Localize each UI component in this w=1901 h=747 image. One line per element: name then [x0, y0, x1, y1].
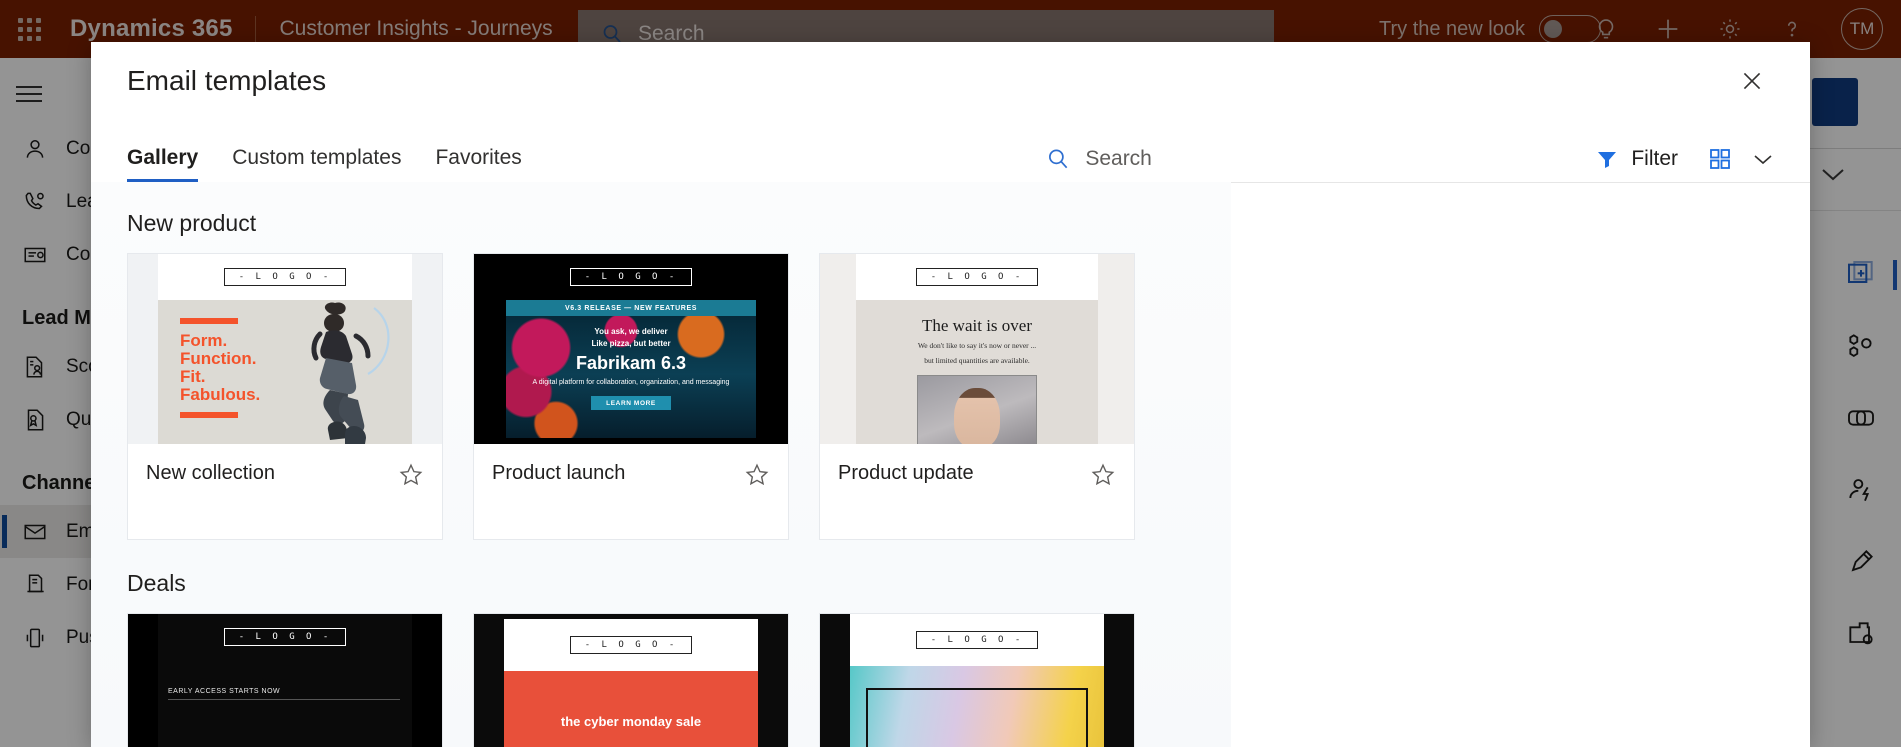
thumb-headline-1: Form.: [180, 331, 228, 350]
search-icon: [1049, 149, 1068, 169]
page-title: Email templates: [127, 65, 327, 96]
template-card-cyber-monday[interactable]: - L O G O - the cyber monday sale: [473, 613, 789, 747]
template-card-product-update[interactable]: - L O G O - The wait is over We don't li…: [819, 253, 1135, 540]
thumb-art: - L O G O - V6.3 RELEASE — NEW FEATURES …: [474, 254, 788, 444]
thumb-subtext: A digital platform for collaboration, or…: [532, 379, 730, 387]
thumb-art: Form. Function. Fit. Fabulous.: [158, 300, 412, 444]
thumb-logo: - L O G O -: [223, 628, 347, 646]
thumb-headline-4: Fabulous.: [180, 385, 261, 405]
template-gallery: New product - L O G O - Form. Function. …: [91, 182, 1231, 747]
search-input[interactable]: Search: [1045, 146, 1475, 172]
template-thumbnail: - L O G O - V6.3 RELEASE — NEW FEATURES …: [474, 254, 788, 444]
close-icon[interactable]: [1730, 59, 1774, 103]
toolbar-right: Search Filter: [1045, 146, 1774, 182]
card-footer: New collection: [128, 444, 442, 539]
template-thumbnail: - L O G O - The wait is over We don't li…: [820, 254, 1134, 444]
thumb-headline: The wait is over: [922, 316, 1032, 335]
thumb-logo: - L O G O -: [569, 636, 693, 654]
thumb-logo: - L O G O -: [915, 631, 1039, 649]
thumb-headline-3: Fit.: [180, 367, 206, 387]
dialog-header: Email templates: [91, 42, 1810, 120]
template-thumbnail: - L O G O -: [820, 614, 1134, 747]
filter-icon: [1598, 152, 1617, 168]
chevron-down-icon: [1754, 155, 1772, 165]
thumb-caption: EARLY ACCESS STARTS NOW: [168, 688, 281, 695]
template-card-product-launch[interactable]: - L O G O - V6.3 RELEASE — NEW FEATURES …: [473, 253, 789, 540]
thumb-cta-button: LEARN MORE: [591, 396, 671, 411]
tab-gallery[interactable]: Gallery: [127, 146, 199, 182]
card-footer: Product launch: [474, 444, 788, 539]
view-switcher[interactable]: [1708, 147, 1774, 171]
template-thumbnail: - L O G O - the cyber monday sale: [474, 614, 788, 747]
favorite-star-icon[interactable]: [744, 462, 770, 493]
filter-label: Filter: [1631, 147, 1678, 170]
template-card-new-collection[interactable]: - L O G O - Form. Function. Fit. Fabulou…: [127, 253, 443, 540]
thumb-subtext-1: We don't like to say it's now or never .…: [917, 341, 1037, 350]
template-card-gradient-deal[interactable]: - L O G O -: [819, 613, 1135, 747]
favorite-star-icon[interactable]: [398, 462, 424, 493]
template-preview-panel: [1231, 182, 1810, 747]
filter-button[interactable]: Filter: [1595, 147, 1678, 171]
tab-favorites[interactable]: Favorites: [435, 146, 521, 182]
thumb-headline: the cyber monday sale: [504, 671, 758, 747]
thumb-art: - L O G O - The wait is over We don't li…: [820, 254, 1134, 444]
thumb-line-1: You ask, we deliver: [594, 327, 668, 336]
template-name: New collection: [146, 462, 275, 484]
template-row: - L O G O - EARLY ACCESS STARTS NOW - L …: [127, 613, 1231, 747]
template-row: - L O G O - Form. Function. Fit. Fabulou…: [127, 253, 1231, 540]
thumb-headline-2: Function.: [180, 349, 257, 369]
tab-list: Gallery Custom templates Favorites: [127, 120, 522, 182]
thumb-art: - L O G O - the cyber monday sale: [474, 614, 788, 747]
template-card-early-access[interactable]: - L O G O - EARLY ACCESS STARTS NOW: [127, 613, 443, 747]
template-name: Product update: [838, 462, 974, 484]
tab-custom-templates[interactable]: Custom templates: [232, 146, 401, 182]
section-title-new-product: New product: [127, 210, 257, 236]
thumb-logo: - L O G O -: [223, 268, 347, 286]
section-title-deals: Deals: [127, 570, 186, 596]
grid-view-icon: [1710, 149, 1730, 169]
card-footer: Product update: [820, 444, 1134, 539]
thumb-art: - L O G O - EARLY ACCESS STARTS NOW: [128, 614, 442, 747]
search-placeholder: Search: [1085, 147, 1152, 170]
thumb-photo: [917, 374, 1037, 444]
thumb-figure: [311, 302, 390, 444]
thumb-ribbon: V6.3 RELEASE — NEW FEATURES: [506, 300, 756, 316]
template-thumbnail: - L O G O - Form. Function. Fit. Fabulou…: [128, 254, 442, 444]
thumb-headline: Fabrikam 6.3: [575, 353, 687, 374]
dialog-body: New product - L O G O - Form. Function. …: [91, 182, 1810, 747]
favorite-star-icon[interactable]: [1090, 462, 1116, 493]
thumb-art: - L O G O -: [820, 614, 1134, 747]
email-templates-dialog: Email templates Gallery Custom templates…: [91, 42, 1810, 747]
dialog-toolbar: Gallery Custom templates Favorites Searc…: [91, 120, 1810, 182]
template-thumbnail: - L O G O - EARLY ACCESS STARTS NOW: [128, 614, 442, 747]
thumb-logo: - L O G O -: [915, 268, 1039, 286]
thumb-subtext-2: but limited quantities are available.: [924, 356, 1030, 366]
thumb-line-2: Like pizza, but better: [591, 338, 671, 348]
thumb-logo: - L O G O -: [569, 268, 693, 286]
template-name: Product launch: [492, 462, 626, 484]
